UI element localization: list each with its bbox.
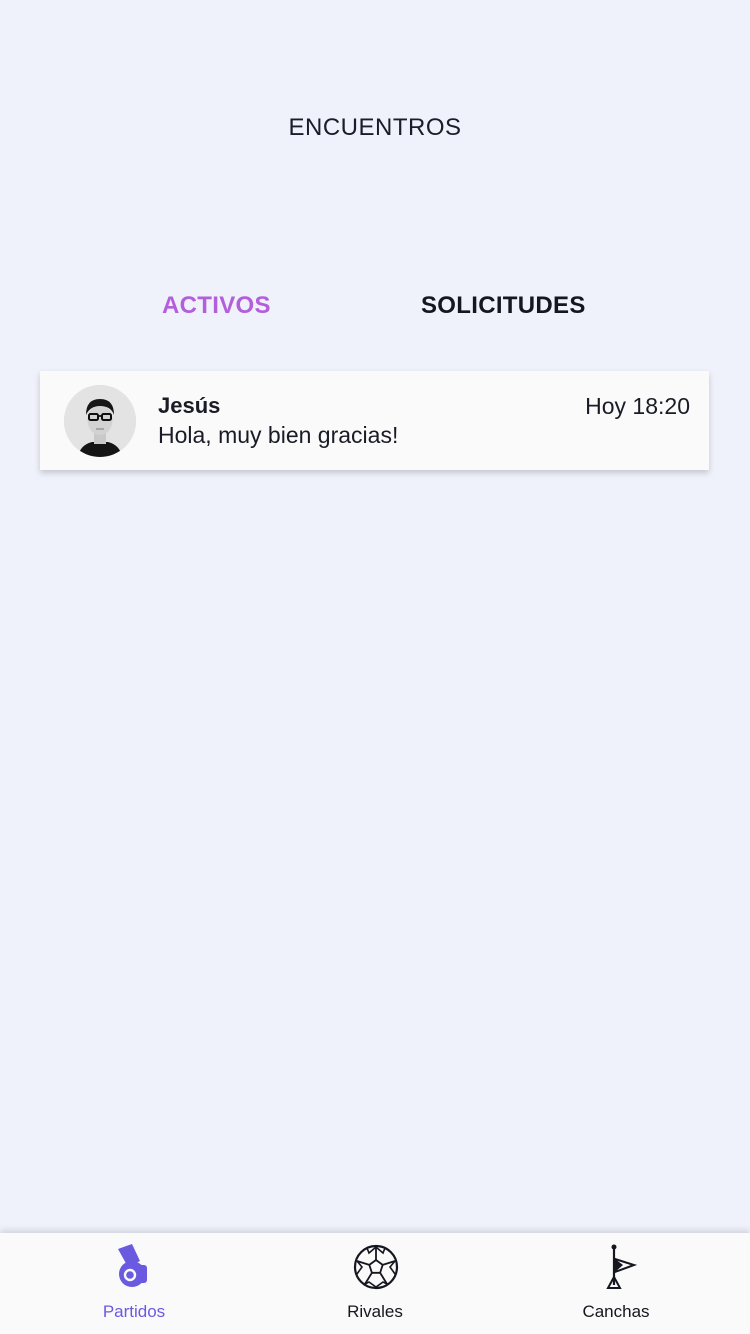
tab-bar: ACTIVOS SOLICITUDES <box>0 292 750 328</box>
whistle-icon <box>112 1243 158 1291</box>
bottom-navigation: Partidos Rivales Canchas <box>0 1233 750 1334</box>
corner-flag-icon <box>594 1243 640 1291</box>
soccer-ball-icon <box>353 1243 399 1291</box>
nav-label-partidos: Partidos <box>102 1302 166 1321</box>
tab-solicitudes[interactable]: SOLICITUDES <box>421 292 586 320</box>
nav-item-canchas[interactable]: Canchas <box>536 1233 696 1334</box>
nav-label-canchas: Canchas <box>582 1302 650 1321</box>
nav-label-rivales: Rivales <box>347 1302 403 1321</box>
chat-name: Jesús <box>158 393 221 418</box>
chat-timestamp: Hoy 18:20 <box>585 393 690 419</box>
avatar <box>64 385 136 457</box>
nav-item-partidos[interactable]: Partidos <box>54 1233 214 1334</box>
tab-activos[interactable]: ACTIVOS <box>162 292 271 320</box>
nav-item-rivales[interactable]: Rivales <box>295 1233 455 1334</box>
chat-list-item[interactable]: Jesús Hoy 18:20 Hola, muy bien gracias! <box>40 371 709 470</box>
chat-message-preview: Hola, muy bien gracias! <box>158 422 399 448</box>
page-title: ENCUENTROS <box>288 114 462 141</box>
